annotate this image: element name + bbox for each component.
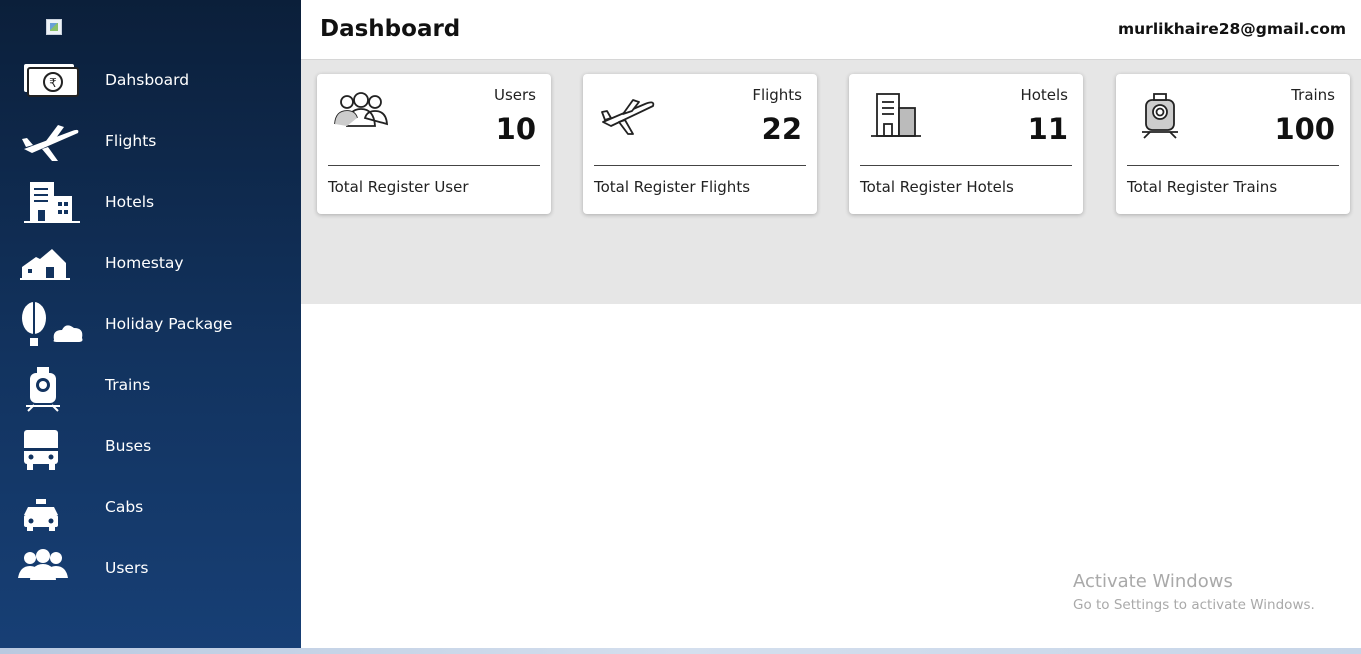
stat-card-footer: Total Register User (328, 178, 469, 196)
sidebar-item-label: Flights (105, 132, 157, 150)
airplane-icon (22, 125, 79, 161)
sidebar-item-users[interactable]: Users (0, 540, 301, 596)
sidebar-item-label: Homestay (105, 254, 184, 272)
taskbar-edge (0, 648, 1361, 654)
top-header: Dashboard murlikhaire28@gmail.com (301, 0, 1361, 60)
stat-card-title: Users (493, 86, 536, 104)
hot-air-balloon-icon (22, 302, 83, 346)
stat-card-value: 11 (1027, 112, 1068, 146)
stat-card-value: 100 (1274, 112, 1335, 146)
stat-card-hotels: Hotels 11 Total Register Hotels (849, 74, 1083, 214)
divider (328, 165, 540, 166)
sidebar-item-cabs[interactable]: Cabs (0, 479, 301, 535)
house-icon (20, 249, 70, 280)
users-icon (334, 92, 388, 127)
taxi-icon (24, 499, 58, 531)
activate-windows-title: Activate Windows (1073, 571, 1233, 592)
airplane-icon (601, 99, 655, 135)
train-icon (26, 367, 60, 412)
building-icon (871, 93, 921, 137)
sidebar-item-label: Holiday Package (105, 315, 233, 333)
divider (594, 165, 806, 166)
sidebar-item-flights[interactable]: Flights (0, 113, 301, 169)
bus-icon (24, 430, 58, 470)
stat-card-title: Flights (752, 86, 802, 104)
train-icon (1142, 93, 1178, 139)
broken-logo-image (46, 19, 62, 35)
sidebar-item-buses[interactable]: Buses (0, 418, 301, 474)
divider (860, 165, 1072, 166)
sidebar-item-label: Dahsboard (105, 71, 190, 89)
stat-card-value: 22 (761, 112, 802, 146)
sidebar-item-label: Trains (105, 376, 151, 394)
sidebar-item-trains[interactable]: Trains (0, 357, 301, 413)
user-email[interactable]: murlikhaire28@gmail.com (1118, 0, 1346, 59)
activate-windows-subtitle: Go to Settings to activate Windows. (1073, 597, 1315, 613)
sidebar-item-holiday-package[interactable]: Holiday Package (0, 296, 301, 352)
stat-card-value: 10 (495, 112, 536, 146)
sidebar-item-label: Users (105, 559, 149, 577)
stat-card-footer: Total Register Trains (1127, 178, 1278, 196)
stat-card-footer: Total Register Hotels (860, 178, 1014, 196)
stat-card-title: Hotels (1020, 86, 1068, 104)
stat-card-trains: Trains 100 Total Register Trains (1116, 74, 1350, 214)
divider (1127, 165, 1339, 166)
sidebar-item-dashboard[interactable]: ₹ Dahsboard (0, 52, 301, 108)
users-icon (18, 549, 68, 580)
stat-card-flights: Flights 22 Total Register Flights (583, 74, 817, 214)
stat-card-footer: Total Register Flights (594, 178, 751, 196)
rupee-note-icon: ₹ (24, 64, 79, 97)
sidebar-item-label: Buses (105, 437, 152, 455)
sidebar-item-label: Cabs (105, 498, 144, 516)
stat-card-users: Users 10 Total Register User (317, 74, 551, 214)
building-icon (24, 182, 80, 223)
sidebar-item-homestay[interactable]: Homestay (0, 235, 301, 291)
svg-text:₹: ₹ (49, 76, 57, 90)
sidebar: ₹ Dahsboard Flights Hotels Homestay Holi… (0, 0, 301, 648)
page-title: Dashboard (320, 16, 461, 42)
sidebar-item-label: Hotels (105, 193, 155, 211)
sidebar-item-hotels[interactable]: Hotels (0, 174, 301, 230)
stat-card-title: Trains (1291, 86, 1335, 104)
